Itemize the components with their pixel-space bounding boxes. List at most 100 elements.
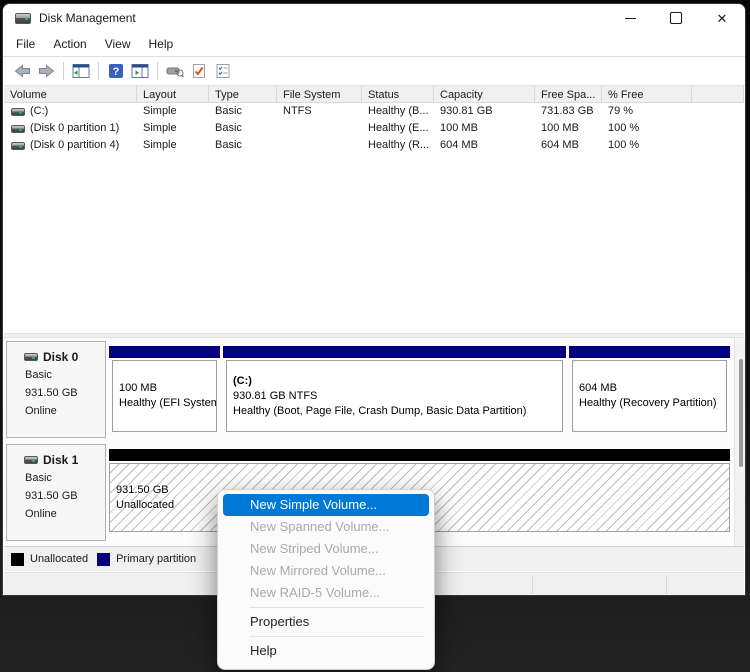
refresh-disks-icon[interactable] [163, 59, 187, 83]
column-header-layout[interactable]: Layout [137, 85, 209, 103]
volume-free-space: 731.83 GB [535, 103, 602, 120]
column-header-empty [692, 85, 744, 103]
disk-state: Online [25, 402, 105, 420]
disk1-label[interactable]: Disk 1 Basic 931.50 GB Online [6, 444, 106, 541]
status-separator [666, 576, 667, 594]
volume-capacity: 930.81 GB [434, 103, 535, 120]
toolbar-separator [157, 62, 158, 80]
show-console-tree-icon[interactable] [69, 59, 93, 83]
volume-list-pane: Volume Layout Type File System Status Ca… [4, 85, 744, 333]
menu-file[interactable]: File [7, 32, 44, 56]
menu-help[interactable]: Help [140, 32, 183, 56]
minimize-button[interactable] [607, 4, 653, 32]
partition-size: 604 MB [579, 381, 726, 396]
partition-status: Healthy (EFI System Partition) [119, 396, 216, 411]
column-header-capacity[interactable]: Capacity [434, 85, 535, 103]
volume-capacity: 100 MB [434, 120, 535, 137]
menu-item-properties[interactable]: Properties [223, 611, 429, 633]
volume-pct-free: 100 % [602, 137, 692, 154]
column-header-free-space[interactable]: Free Spa... [535, 85, 602, 103]
column-header-status[interactable]: Status [362, 85, 434, 103]
partition-color-bar [109, 346, 220, 358]
volume-status: Healthy (B... [362, 103, 434, 120]
volume-layout: Simple [137, 103, 209, 120]
partition-color-bar [223, 346, 566, 358]
task-check-icon[interactable] [187, 59, 211, 83]
partition-efi[interactable]: 100 MB Healthy (EFI System Partition) [109, 341, 220, 438]
column-header-file-system[interactable]: File System [277, 85, 362, 103]
forward-icon[interactable] [34, 59, 58, 83]
close-icon: ✕ [717, 12, 728, 25]
app-icon [15, 13, 31, 24]
volume-capacity: 604 MB [434, 137, 535, 154]
menu-view[interactable]: View [96, 32, 140, 56]
partition-recovery[interactable]: 604 MB Healthy (Recovery Partition) [569, 341, 730, 438]
volume-type: Basic [209, 103, 277, 120]
volume-file-system: NTFS [277, 103, 362, 120]
disk-size: 931.50 GB [25, 487, 105, 505]
volume-icon [11, 142, 25, 150]
partition-name: (C:) [233, 374, 562, 389]
disk-kind: Basic [25, 366, 105, 384]
disk-icon [24, 456, 38, 464]
partition-status: Healthy (Recovery Partition) [579, 396, 726, 411]
volume-type: Basic [209, 120, 277, 137]
column-header-type[interactable]: Type [209, 85, 277, 103]
toolbar: ? [3, 57, 745, 86]
partition-color-bar [569, 346, 730, 358]
maximize-icon [670, 12, 682, 24]
title-bar: Disk Management ✕ [3, 4, 745, 32]
disk-kind: Basic [25, 469, 105, 487]
menu-action[interactable]: Action [44, 32, 95, 56]
volume-status: Healthy (E... [362, 120, 434, 137]
partition-size: 100 MB [119, 381, 216, 396]
maximize-button[interactable] [653, 4, 699, 32]
menu-item-help[interactable]: Help [223, 640, 429, 662]
legend-primary-partition: Primary partition [97, 553, 196, 566]
volume-free-space: 100 MB [535, 120, 602, 137]
menu-item-new-striped-volume: New Striped Volume... [223, 538, 429, 560]
checklist-icon[interactable] [211, 59, 235, 83]
menu-item-new-simple-volume[interactable]: New Simple Volume... [223, 494, 429, 516]
legend-unallocated: Unallocated [11, 553, 88, 566]
toolbar-separator [63, 62, 64, 80]
partition-c[interactable]: (C:) 930.81 GB NTFS Healthy (Boot, Page … [223, 341, 566, 438]
window-title: Disk Management [39, 11, 136, 25]
volume-row-partition4[interactable]: (Disk 0 partition 4) Simple Basic Health… [4, 137, 744, 154]
minimize-icon [625, 18, 636, 19]
volume-name: (Disk 0 partition 4) [30, 137, 119, 154]
partition-status: Healthy (Boot, Page File, Crash Dump, Ba… [233, 404, 562, 419]
unallocated-swatch [11, 553, 24, 566]
back-icon[interactable] [10, 59, 34, 83]
show-action-pane-icon[interactable] [128, 59, 152, 83]
volume-status: Healthy (R... [362, 137, 434, 154]
volume-pct-free: 79 % [602, 103, 692, 120]
column-header-pct-free[interactable]: % Free [602, 85, 692, 103]
disk-size: 931.50 GB [25, 384, 105, 402]
volume-list-header: Volume Layout Type File System Status Ca… [4, 85, 744, 103]
volume-free-space: 604 MB [535, 137, 602, 154]
volume-row-partition1[interactable]: (Disk 0 partition 1) Simple Basic Health… [4, 120, 744, 137]
scrollbar-thumb[interactable] [739, 359, 743, 467]
menu-separator [250, 636, 424, 637]
volume-icon [11, 108, 25, 116]
menu-item-new-raid5-volume: New RAID-5 Volume... [223, 582, 429, 604]
disk-name: Disk 1 [43, 451, 78, 469]
partition-size: 930.81 GB NTFS [233, 389, 562, 404]
primary-partition-swatch [97, 553, 110, 566]
volume-row-c[interactable]: (C:) Simple Basic NTFS Healthy (B... 930… [4, 103, 744, 120]
close-button[interactable]: ✕ [699, 4, 745, 32]
disk0-row: Disk 0 Basic 931.50 GB Online 100 MB Hea… [4, 341, 744, 438]
disk0-label[interactable]: Disk 0 Basic 931.50 GB Online [6, 341, 106, 438]
status-separator [532, 576, 533, 594]
legend-label: Primary partition [116, 553, 196, 565]
svg-text:?: ? [113, 66, 120, 78]
window-controls: ✕ [607, 4, 745, 32]
legend-label: Unallocated [30, 553, 88, 565]
menu-separator [250, 607, 424, 608]
vertical-scrollbar[interactable] [734, 338, 746, 546]
column-header-volume[interactable]: Volume [4, 85, 137, 103]
menu-item-new-mirrored-volume: New Mirrored Volume... [223, 560, 429, 582]
desktop: { "window": { "title": "Disk Management"… [0, 0, 750, 672]
help-icon[interactable]: ? [104, 59, 128, 83]
